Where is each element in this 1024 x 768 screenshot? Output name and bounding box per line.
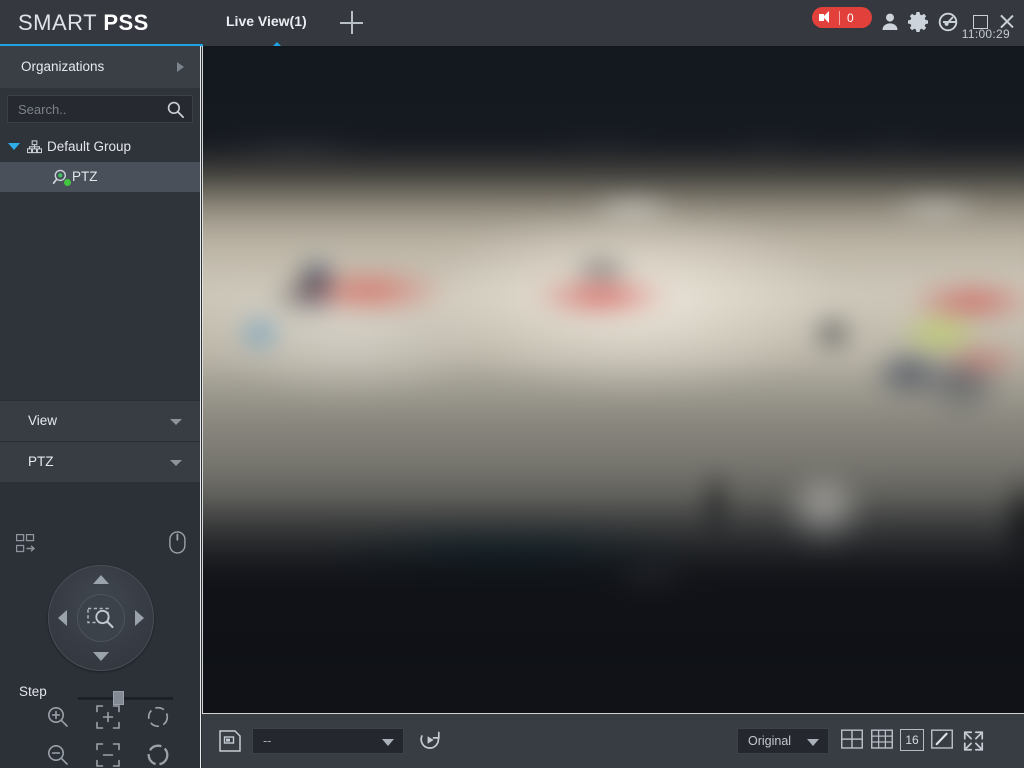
system-clock: 11:00:29 xyxy=(961,27,1010,41)
chevron-right-icon xyxy=(177,62,184,72)
step-label: Step xyxy=(19,684,47,699)
online-status-dot xyxy=(64,179,71,186)
organizations-header[interactable]: Organizations xyxy=(0,46,200,88)
layout-9-split-icon[interactable] xyxy=(870,729,894,753)
layout-16-label: 16 xyxy=(900,729,924,751)
ptz-direction-pad[interactable] xyxy=(48,565,154,671)
device-tree: Default Group PTZ xyxy=(0,132,200,192)
chevron-down-icon xyxy=(807,739,819,746)
tree-node-label: Default Group xyxy=(47,139,132,154)
fullscreen-icon[interactable] xyxy=(962,730,986,754)
search-icon[interactable] xyxy=(166,100,185,119)
layout-4-split-icon[interactable] xyxy=(840,729,864,753)
mouse-control-icon[interactable] xyxy=(169,531,186,554)
ptz-left-button[interactable] xyxy=(58,610,67,626)
layout-16-split-icon[interactable]: 16 xyxy=(900,729,924,753)
search-box[interactable] xyxy=(7,95,193,123)
chevron-down-icon xyxy=(170,460,182,466)
chevron-down-icon xyxy=(170,419,182,425)
accordion-view[interactable]: View xyxy=(0,400,200,441)
focus-far-icon[interactable] xyxy=(93,740,123,768)
annotate-pen-icon[interactable] xyxy=(930,729,954,753)
expand-caret-icon[interactable] xyxy=(8,143,20,150)
app-logo-second: PSS xyxy=(103,10,149,35)
focus-near-icon[interactable] xyxy=(93,702,123,732)
tree-node-default-group[interactable]: Default Group xyxy=(0,132,200,162)
alarm-indicator[interactable]: 0 xyxy=(812,7,872,28)
group-icon xyxy=(26,140,43,154)
ptz-area-zoom-button[interactable] xyxy=(77,594,125,642)
ptz-down-button[interactable] xyxy=(93,652,109,661)
tab-live-view[interactable]: Live View(1) xyxy=(226,13,307,29)
smart-pss-window: SMART PSS Live View(1) 0 11:00:29 Organi… xyxy=(0,0,1024,768)
ptz-up-button[interactable] xyxy=(93,575,109,584)
tree-node-label: PTZ xyxy=(72,169,98,184)
user-icon[interactable] xyxy=(878,10,902,34)
stream-select-value: -- xyxy=(263,734,272,748)
search-area xyxy=(0,88,200,130)
iris-open-icon[interactable] xyxy=(143,702,173,732)
alarm-count: 0 xyxy=(847,10,854,25)
bottom-toolbar: -- Original 16 xyxy=(202,714,1024,768)
alarm-divider xyxy=(839,10,840,25)
system-controls: 0 11:00:29 xyxy=(724,0,1024,46)
live-view-video-pane[interactable] xyxy=(202,46,1024,714)
app-logo-first: SMART xyxy=(18,10,104,35)
accordion-view-label: View xyxy=(28,413,58,428)
organizations-label: Organizations xyxy=(21,59,105,74)
accordion-ptz-label: PTZ xyxy=(28,454,54,469)
speaker-alarm-icon xyxy=(819,11,834,24)
search-input[interactable] xyxy=(18,96,158,122)
snapshot-icon[interactable] xyxy=(219,730,241,752)
aspect-ratio-select[interactable]: Original xyxy=(737,728,829,754)
stream-select[interactable]: -- xyxy=(252,728,404,754)
preset-grid-icon[interactable] xyxy=(15,533,39,554)
minimize-button[interactable] xyxy=(936,8,964,34)
app-logo: SMART PSS xyxy=(18,10,149,36)
iris-close-icon[interactable] xyxy=(143,740,173,768)
aspect-ratio-value: Original xyxy=(748,734,792,748)
left-sidebar: Organizations Search.. Default Group PTZ… xyxy=(0,46,201,768)
tree-node-ptz[interactable]: PTZ xyxy=(0,162,200,192)
title-bar: SMART PSS Live View(1) 0 11:00:29 xyxy=(0,0,1024,47)
accordion-ptz[interactable]: PTZ xyxy=(0,441,200,482)
refresh-stream-icon[interactable] xyxy=(417,727,443,753)
video-stream[interactable] xyxy=(202,46,1024,714)
zoom-in-icon[interactable] xyxy=(43,702,73,732)
ptz-control-panel: Step xyxy=(0,482,200,768)
gear-icon[interactable] xyxy=(907,10,931,34)
video-left-border xyxy=(202,46,203,714)
chevron-down-icon xyxy=(382,739,394,746)
add-tab-button[interactable] xyxy=(340,11,364,35)
zoom-out-icon[interactable] xyxy=(43,740,73,768)
ptz-right-button[interactable] xyxy=(135,610,144,626)
slider-track xyxy=(78,697,173,700)
